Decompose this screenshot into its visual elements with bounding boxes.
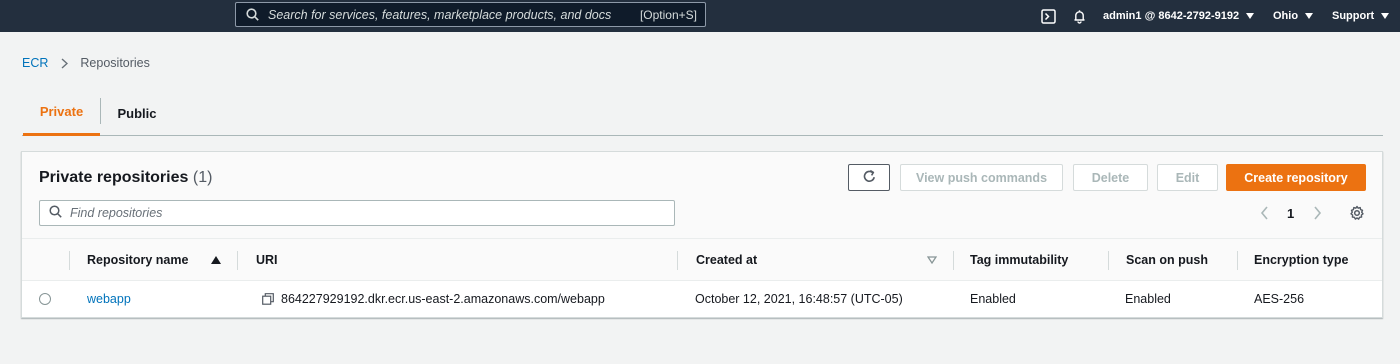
search-placeholder: Search for services, features, marketpla…	[268, 7, 612, 22]
column-divider	[1108, 251, 1109, 270]
breadcrumb: ECR Repositories	[22, 56, 150, 70]
gear-icon[interactable]	[1349, 204, 1365, 222]
row-select-radio[interactable]	[39, 281, 51, 317]
column-header-scan-on-push[interactable]: Scan on push	[1126, 239, 1208, 281]
scan-on-push-value: Enabled	[1125, 292, 1171, 306]
cloudshell-icon[interactable]	[1041, 0, 1056, 32]
tag-immutability-value: Enabled	[970, 292, 1016, 306]
account-menu[interactable]: admin1 @ 8642-2792-9192	[1103, 0, 1255, 32]
radio-button[interactable]	[39, 293, 51, 305]
edit-button[interactable]: Edit	[1157, 164, 1218, 191]
column-divider	[237, 251, 238, 270]
repository-uri: 864227929192.dkr.ecr.us-east-2.amazonaws…	[281, 292, 605, 306]
column-divider	[677, 251, 678, 270]
chevron-right-icon	[61, 57, 69, 69]
support-label: Support	[1332, 10, 1375, 22]
panel-header: Private repositories (1) View push comma…	[22, 152, 1382, 239]
search-icon	[246, 8, 260, 22]
top-navigation-bar: Search for services, features, marketpla…	[0, 0, 1400, 32]
column-header-encryption-type[interactable]: Encryption type	[1254, 239, 1348, 281]
find-placeholder: Find repositories	[70, 206, 163, 220]
column-divider	[1237, 251, 1238, 270]
delete-button[interactable]: Delete	[1073, 164, 1148, 191]
tab-private[interactable]: Private	[23, 90, 100, 136]
tab-public[interactable]: Public	[100, 90, 174, 136]
create-repository-button[interactable]: Create repository	[1226, 164, 1366, 191]
repository-count: (1)	[192, 169, 213, 186]
column-divider	[69, 251, 70, 270]
region-menu[interactable]: Ohio	[1273, 0, 1314, 32]
column-divider	[953, 251, 954, 270]
search-shortcut: [Option+S]	[639, 7, 697, 22]
encryption-type-value: AES-256	[1254, 292, 1305, 306]
global-search-input[interactable]: Search for services, features, marketpla…	[235, 2, 706, 27]
find-repositories-input[interactable]: Find repositories	[39, 200, 675, 226]
notifications-bell-icon[interactable]	[1072, 0, 1087, 32]
view-push-commands-button[interactable]: View push commands	[900, 164, 1063, 191]
previous-page-icon[interactable]	[1260, 204, 1269, 222]
column-header-uri[interactable]: URI	[256, 239, 278, 281]
sort-indicator-icon[interactable]	[927, 239, 937, 281]
next-page-icon[interactable]	[1313, 204, 1322, 222]
column-header-tag-immutability[interactable]: Tag immutability	[970, 239, 1068, 281]
panel-title-text: Private repositories	[39, 169, 189, 186]
current-page-number[interactable]: 1	[1287, 204, 1294, 222]
chevron-down-icon	[1381, 13, 1390, 19]
account-label: admin1 @ 8642-2792-9192	[1103, 10, 1240, 22]
private-repositories-panel: Private repositories (1) View push comma…	[21, 151, 1383, 318]
chevron-down-icon	[1305, 13, 1314, 19]
breadcrumb-current: Repositories	[80, 56, 150, 70]
region-label: Ohio	[1273, 10, 1299, 22]
refresh-icon	[862, 169, 877, 187]
copy-icon[interactable]	[262, 281, 274, 317]
search-icon	[49, 205, 62, 221]
table-header: Repository name URI Created at Tag immut…	[22, 239, 1382, 281]
refresh-button[interactable]	[848, 164, 890, 191]
sort-ascending-icon[interactable]	[211, 239, 221, 281]
support-menu[interactable]: Support	[1332, 0, 1390, 32]
column-header-created-at[interactable]: Created at	[696, 239, 757, 281]
repository-tabs: Private Public	[22, 90, 1383, 136]
repository-name-link[interactable]: webapp	[87, 281, 131, 317]
table-row[interactable]: webapp 864227929192.dkr.ecr.us-east-2.am…	[22, 281, 1382, 317]
column-header-repository-name[interactable]: Repository name	[87, 239, 188, 281]
breadcrumb-ecr-link[interactable]: ECR	[22, 56, 48, 70]
chevron-down-icon	[1246, 13, 1255, 19]
panel-title: Private repositories (1)	[39, 169, 212, 187]
created-at-value: October 12, 2021, 16:48:57 (UTC-05)	[695, 292, 903, 306]
